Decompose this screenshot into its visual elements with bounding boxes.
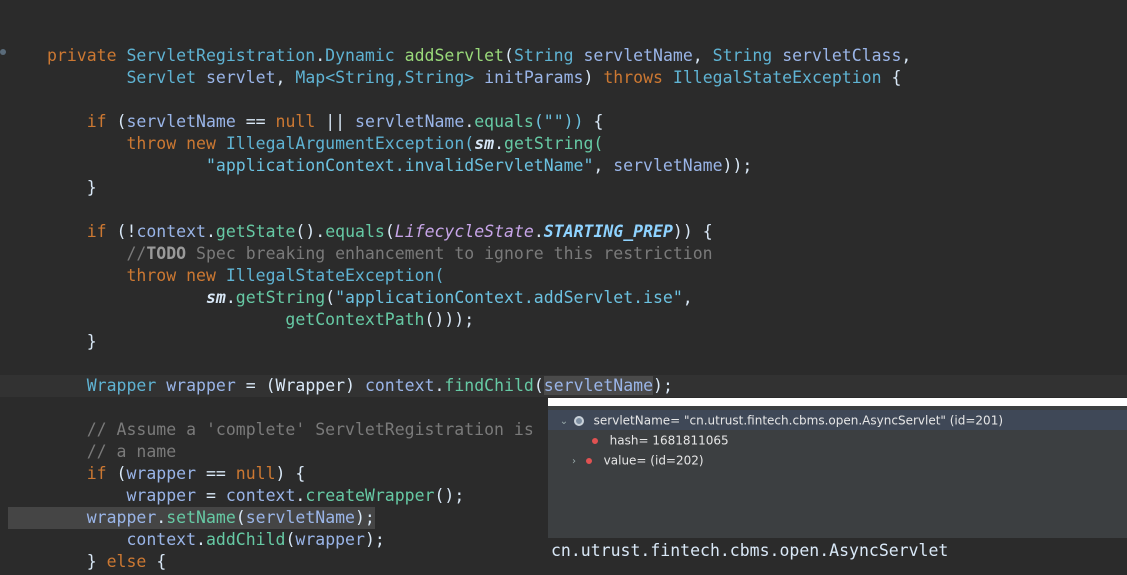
code-line-13: getContextPath())); [285, 310, 475, 329]
private-field-icon [589, 435, 600, 446]
final-field-icon [583, 455, 594, 466]
tree-row-hash[interactable]: hash= 1681811065 [548, 430, 1127, 450]
debug-hover-popup[interactable]: ⌄ servletName= "cn.utrust.fintech.cbms.o… [548, 398, 1127, 575]
code-line-14: } [86, 332, 97, 351]
code-line-5: throw new IllegalArgumentException(sm.ge… [126, 134, 604, 153]
code-line-12: sm.getString("applicationContext.addServ… [205, 288, 693, 307]
hovered-variable[interactable]: servletName [543, 376, 654, 395]
variable-tree[interactable]: ⌄ servletName= "cn.utrust.fintech.cbms.o… [548, 406, 1127, 538]
tree-row-servletname[interactable]: ⌄ servletName= "cn.utrust.fintech.cbms.o… [548, 410, 1127, 430]
code-line-2: Servlet servlet, Map<String,String> init… [126, 68, 902, 87]
code-line-11: throw new IllegalStateException( [126, 266, 445, 285]
code-line-10: //TODO Spec breaking enhancement to igno… [126, 244, 713, 263]
code-line-1: private ServletRegistration.Dynamic addS… [47, 46, 912, 65]
expand-arrow-icon[interactable]: ⌄ [558, 412, 570, 432]
value-detail-pane[interactable]: cn.utrust.fintech.cbms.open.AsyncServlet [548, 538, 1127, 575]
tree-row-value[interactable]: › value= (id=202) [548, 450, 1127, 470]
code-line-6: "applicationContext.invalidServletName",… [205, 156, 753, 175]
tree-row-label: value= (id=202) [603, 453, 704, 468]
code-line-7: } [86, 178, 97, 197]
collapse-arrow-icon[interactable]: › [568, 452, 580, 472]
tree-row-label: servletName= "cn.utrust.fintech.cbms.ope… [593, 413, 1004, 428]
tree-row-label: hash= 1681811065 [609, 433, 729, 448]
code-line-9: if (!context.getState().equals(Lifecycle… [86, 222, 713, 241]
code-line-16-current: Wrapper wrapper = (Wrapper) context.find… [0, 375, 1127, 397]
local-variable-icon [573, 415, 584, 426]
code-line-4: if (servletName == null || servletName.e… [86, 112, 604, 131]
